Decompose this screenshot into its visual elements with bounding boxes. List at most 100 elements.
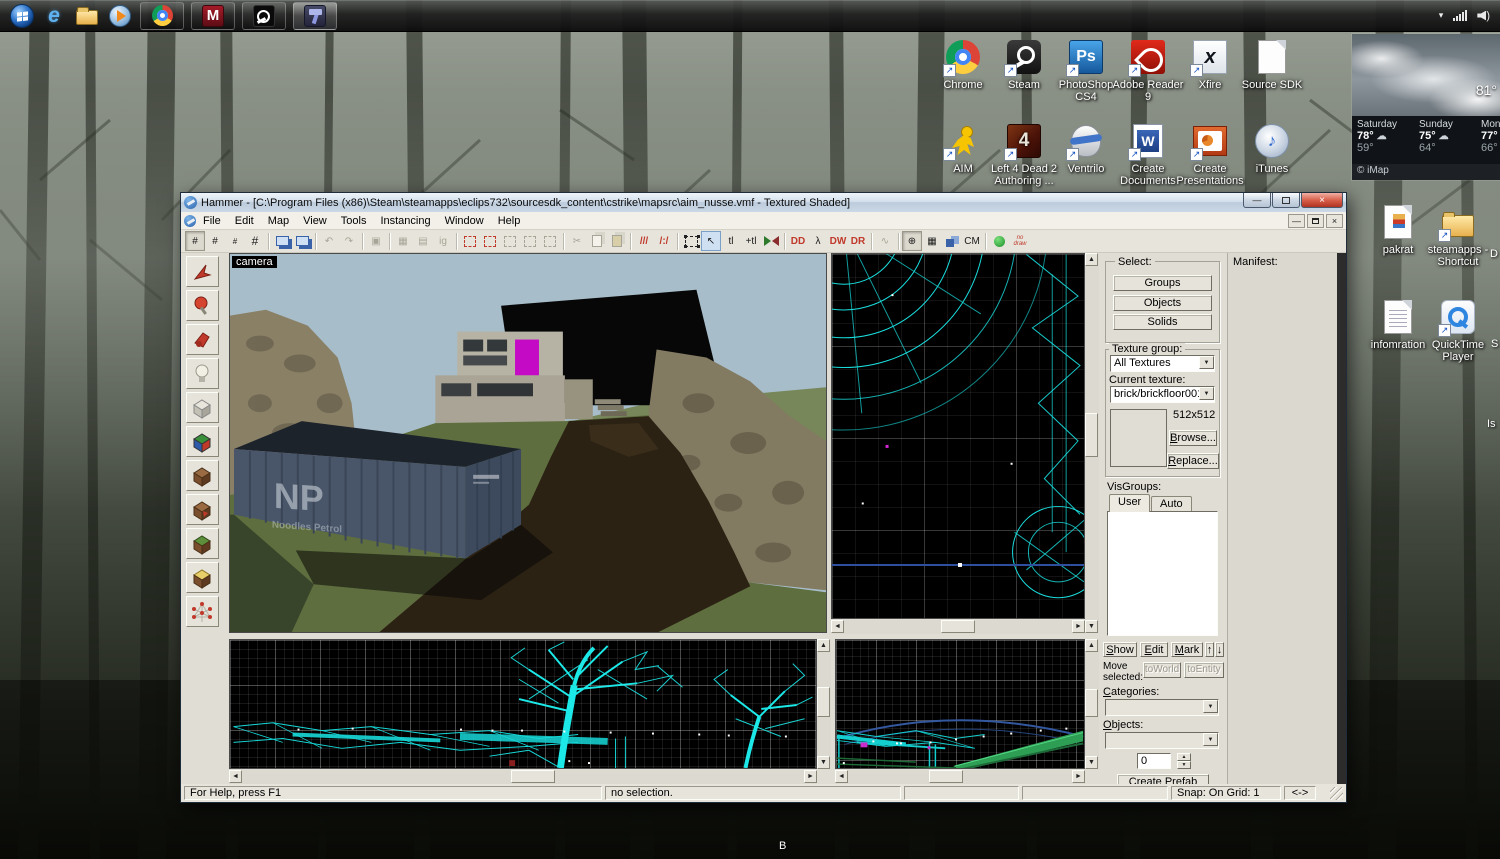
mdi-close-button[interactable]: ×	[1326, 214, 1343, 228]
visgroups-listbox[interactable]	[1107, 511, 1218, 636]
move-down-button[interactable]: ↓	[1215, 642, 1224, 657]
desktop-icon-source-sdk[interactable]: Source SDK	[1234, 38, 1310, 91]
move-up-button[interactable]: ↑	[1205, 642, 1214, 657]
selection-tool-button[interactable]	[186, 256, 219, 287]
menu-help[interactable]: Help	[491, 214, 528, 228]
scroll-thumb[interactable]	[1085, 689, 1098, 717]
scroll-thumb[interactable]	[817, 687, 830, 717]
undo-button[interactable]: ↶	[319, 231, 339, 251]
maximize-button[interactable]	[1272, 193, 1300, 208]
menu-map[interactable]: Map	[261, 214, 296, 228]
collapse-instances-button[interactable]: CM	[962, 231, 982, 251]
magnify-tool-button[interactable]	[186, 290, 219, 321]
paste-button[interactable]	[607, 231, 627, 251]
scroll-left-arrow[interactable]: ◄	[835, 770, 848, 783]
angle-spinner-buttons[interactable]: ▲▼	[1177, 753, 1191, 769]
taskbar-media-player-button[interactable]	[107, 3, 133, 29]
title-bar[interactable]: Hammer - [C:\Program Files (x86)\Steam\s…	[181, 193, 1346, 212]
texture-lock-button[interactable]: ///	[634, 231, 654, 251]
mdi-system-icon[interactable]	[184, 215, 196, 227]
toggle-helpers-button[interactable]: λ	[808, 231, 828, 251]
taskbar-steam-button[interactable]	[242, 2, 286, 30]
mdi-restore-button[interactable]	[1307, 214, 1324, 228]
ungroup-button[interactable]: ▤	[413, 231, 433, 251]
taskbar-explorer-button[interactable]	[74, 3, 100, 29]
objects-combobox[interactable]: ▼	[1105, 732, 1219, 749]
hide-items-button[interactable]	[520, 231, 540, 251]
scrollbar-horizontal[interactable]: ◄ ►	[835, 770, 1085, 784]
show-button[interactable]: Show	[1103, 642, 1137, 657]
categories-combobox[interactable]: ▼	[1105, 699, 1219, 716]
instance-cubes-button[interactable]	[942, 231, 962, 251]
mark-button[interactable]: Mark	[1171, 642, 1203, 657]
scroll-right-arrow[interactable]: ►	[1072, 620, 1085, 633]
apply-current-texture-button[interactable]	[186, 460, 219, 491]
minimize-button[interactable]: —	[1243, 193, 1271, 208]
viewport-3d-camera[interactable]: camera	[229, 253, 827, 633]
menu-window[interactable]: Window	[438, 214, 491, 228]
smaller-grid-button[interactable]: #	[225, 231, 245, 251]
taskbar-m-app-button[interactable]: M	[191, 2, 235, 30]
taskbar-ie-button[interactable]: e	[41, 3, 67, 29]
scroll-left-arrow[interactable]: ◄	[831, 620, 844, 633]
toggle-draw-world-button[interactable]: DW	[828, 231, 848, 251]
apply-decals-tool-button[interactable]	[186, 494, 219, 525]
save-window-state-button[interactable]	[292, 231, 312, 251]
copy-button[interactable]	[587, 231, 607, 251]
angle-spinner-value[interactable]: 0	[1137, 753, 1171, 769]
network-signal-icon[interactable]	[1453, 10, 1467, 21]
larger-grid-button[interactable]: #	[245, 231, 265, 251]
viewport-2d-bottom-right[interactable]	[835, 639, 1085, 769]
viewport-2d-bottom-left[interactable]	[229, 639, 817, 769]
selection-bounds-button[interactable]	[681, 231, 701, 251]
hide-selected-button[interactable]	[460, 231, 480, 251]
scroll-left-arrow[interactable]: ◄	[229, 770, 242, 783]
visgroups-tab-user[interactable]: User	[1109, 494, 1150, 512]
overlay-tool-button[interactable]	[186, 528, 219, 559]
scrollbar-vertical[interactable]: ▲ ▼	[817, 639, 831, 769]
entity-tool-button[interactable]	[186, 358, 219, 389]
texture-group-combobox[interactable]: All Textures▼	[1110, 355, 1215, 372]
scroll-down-arrow[interactable]: ▼	[1085, 620, 1098, 633]
weather-gadget[interactable]: 81° Saturday 78°☁ 59° Sunday 75°☁ 64° Mo…	[1352, 34, 1500, 180]
desktop-icon-itunes[interactable]: ♪iTunes	[1234, 122, 1310, 175]
replace-button[interactable]: Replace...	[1167, 453, 1219, 469]
texture-lock-tl-button[interactable]: tl	[721, 231, 741, 251]
menu-instancing[interactable]: Instancing	[373, 214, 437, 228]
dropdown-arrow-icon[interactable]: ▼	[1203, 733, 1218, 746]
edit-button[interactable]: Edit	[1140, 642, 1168, 657]
scroll-up-arrow[interactable]: ▲	[817, 639, 830, 652]
scroll-thumb[interactable]	[1085, 413, 1098, 457]
displacement-grid-button[interactable]: ▦	[922, 231, 942, 251]
to-world-button[interactable]: toWorld	[1143, 662, 1181, 678]
hide-unselected-button[interactable]	[480, 231, 500, 251]
redo-button[interactable]: ↷	[339, 231, 359, 251]
resize-grip[interactable]	[1330, 787, 1343, 800]
menu-view[interactable]: View	[296, 214, 334, 228]
show-hidden-icons-chevron[interactable]: ▾	[1439, 10, 1444, 21]
scroll-down-arrow[interactable]: ▼	[1085, 756, 1098, 769]
clipping-tool-button[interactable]	[186, 562, 219, 593]
scrollbar-horizontal[interactable]: ◄ ►	[831, 620, 1085, 634]
toggle-3d-grid-button[interactable]: #	[205, 231, 225, 251]
block-tool-button[interactable]	[186, 392, 219, 423]
menu-tools[interactable]: Tools	[334, 214, 374, 228]
scrollbar-vertical[interactable]: ▲ ▼	[1085, 253, 1099, 633]
scroll-up-arrow[interactable]: ▲	[1085, 253, 1098, 266]
spin-down-icon[interactable]: ▼	[1177, 761, 1191, 769]
scroll-thumb[interactable]	[941, 620, 975, 633]
displacement-mask-button[interactable]: ∿	[875, 231, 895, 251]
scroll-thumb[interactable]	[511, 770, 555, 783]
dropdown-arrow-icon[interactable]: ▼	[1199, 356, 1214, 369]
viewport-2d-top[interactable]	[831, 253, 1085, 619]
show-hidden-button[interactable]	[500, 231, 520, 251]
toggle-draw-ray-button[interactable]: DR	[848, 231, 868, 251]
scroll-up-arrow[interactable]: ▲	[1085, 639, 1098, 652]
menu-edit[interactable]: Edit	[228, 214, 261, 228]
select-solids-button[interactable]: Solids	[1113, 314, 1212, 330]
select-groups-button[interactable]: Groups	[1113, 275, 1212, 291]
taskbar-chrome-button[interactable]	[140, 2, 184, 30]
close-button[interactable]: ×	[1301, 193, 1343, 208]
scroll-right-arrow[interactable]: ►	[1072, 770, 1085, 783]
browse-button[interactable]: Browse...	[1169, 430, 1217, 446]
